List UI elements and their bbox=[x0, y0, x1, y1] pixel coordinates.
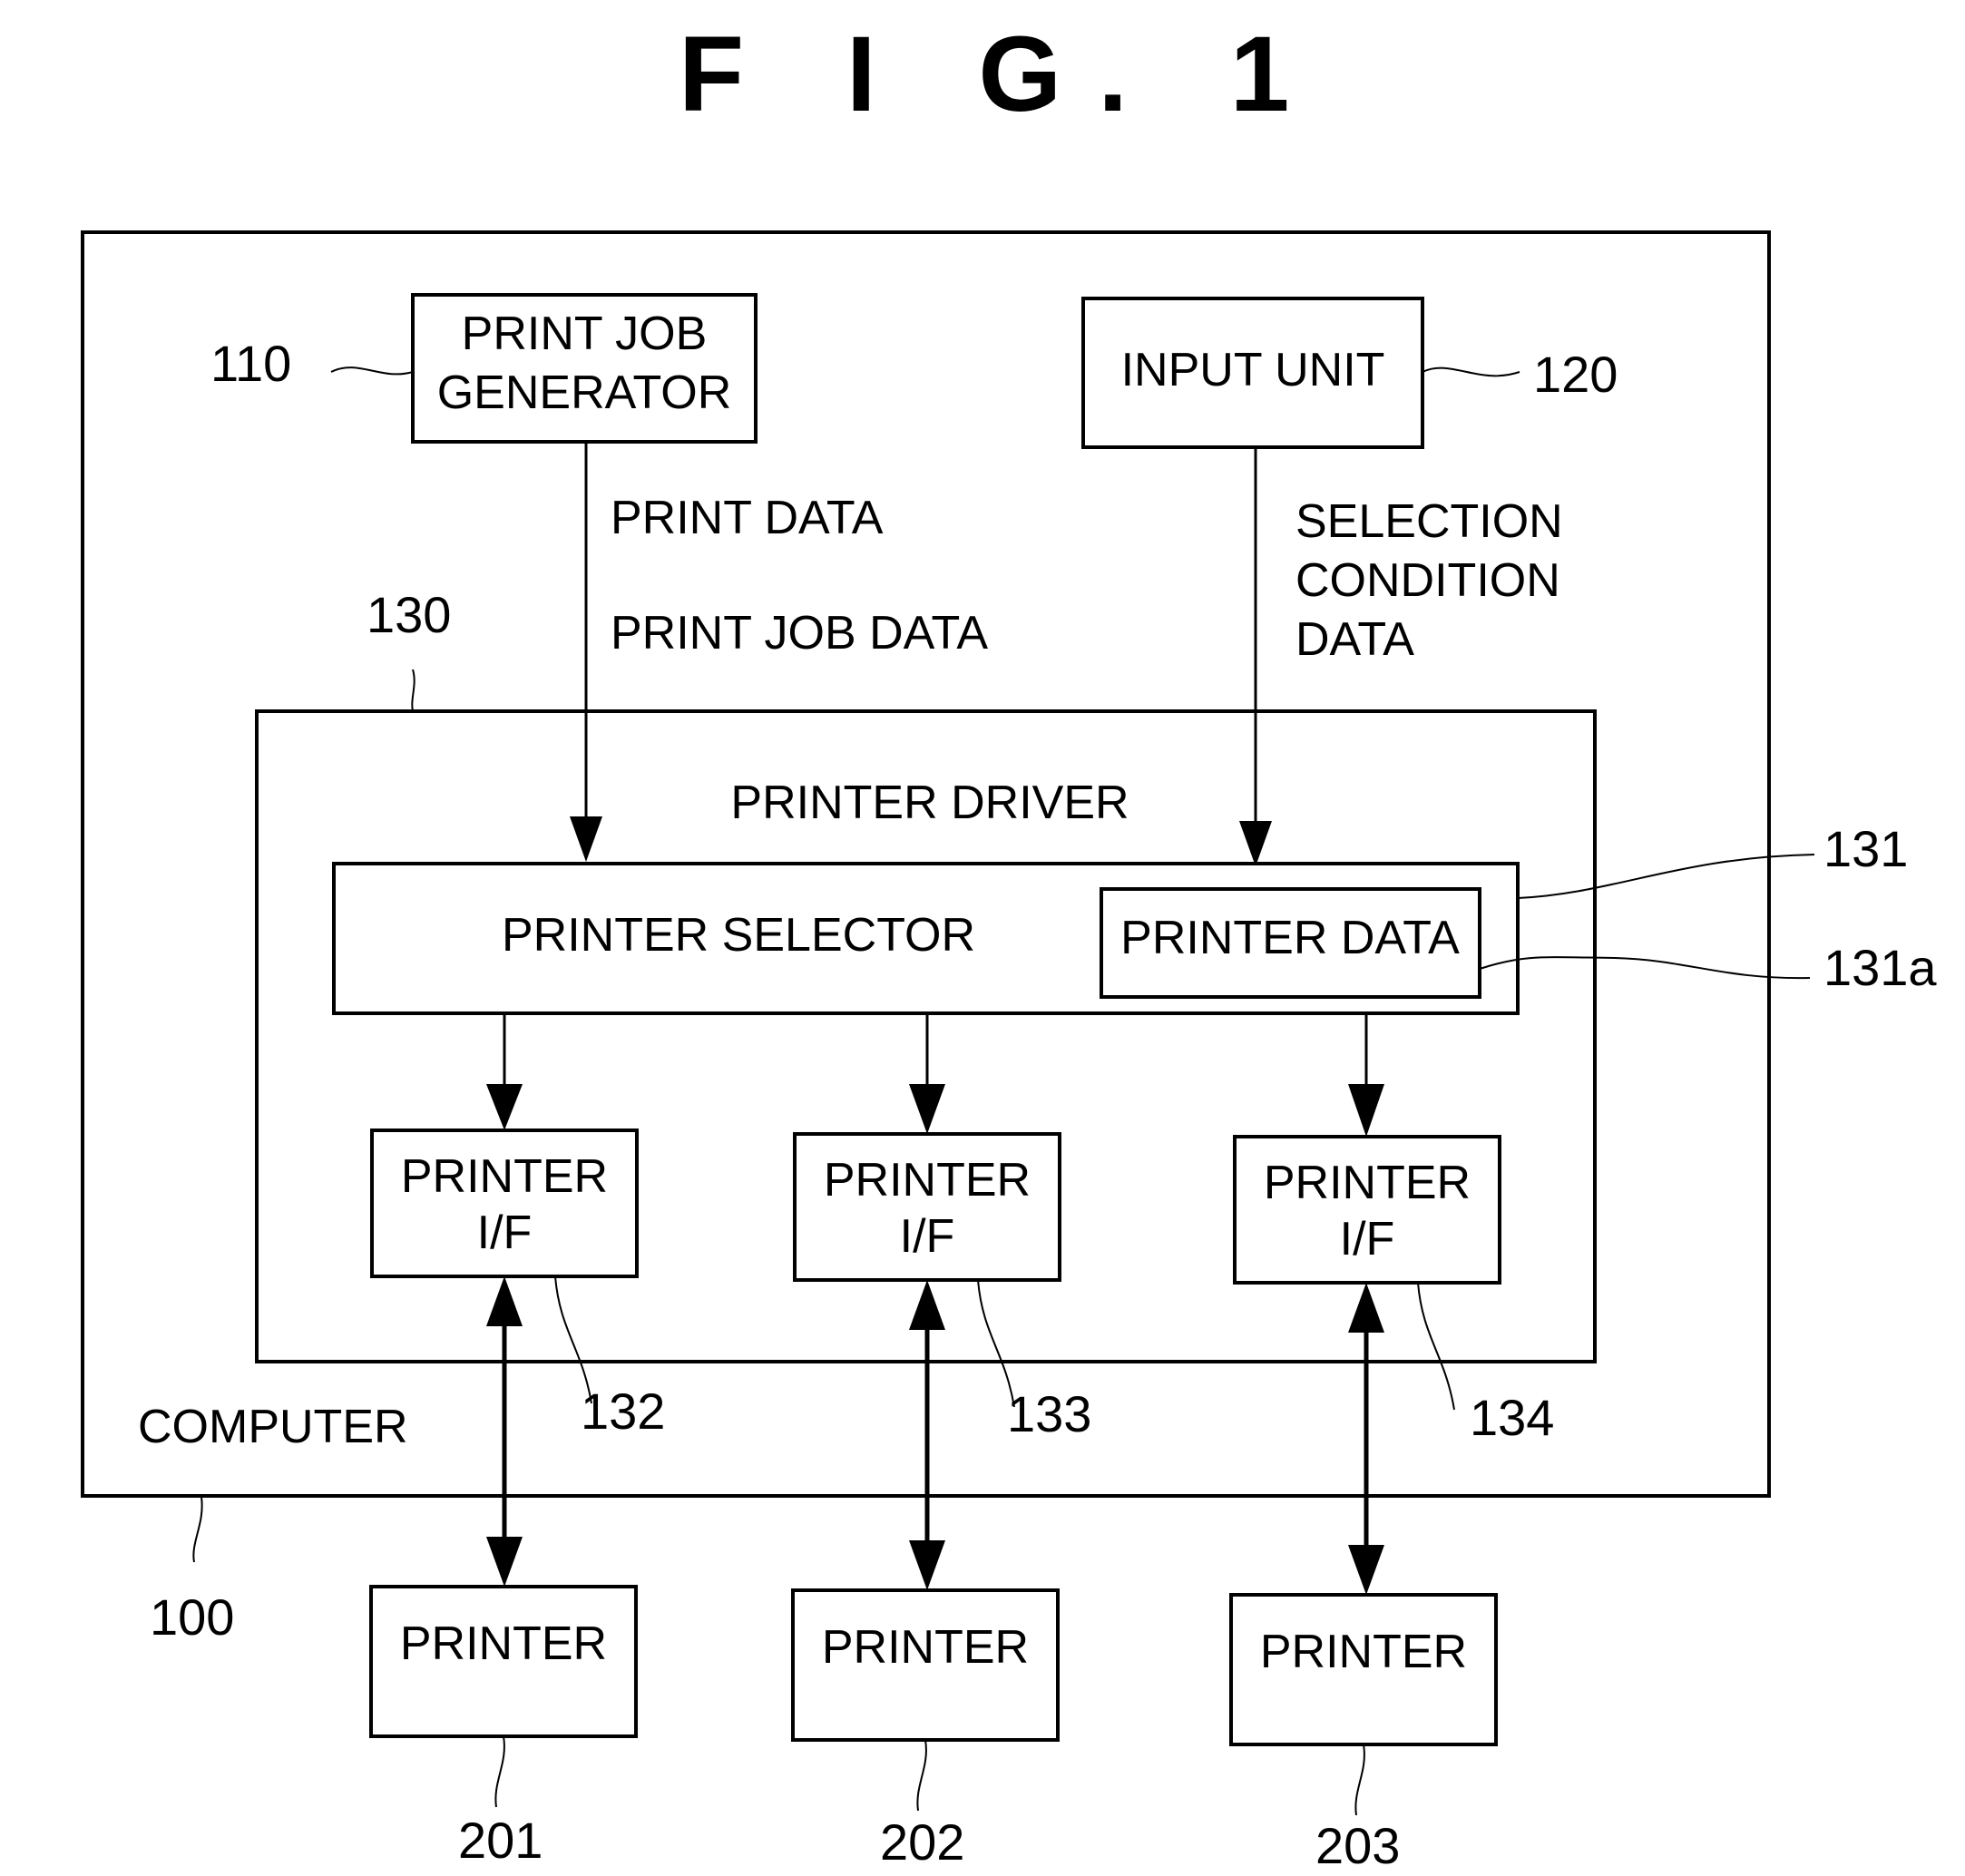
printer-driver-ref: 130 bbox=[367, 586, 451, 643]
print-job-generator-line1: PRINT JOB bbox=[462, 308, 708, 360]
block-diagram: F I G. 1 COMPUTER 100 PRINT JOB GENERATO… bbox=[81, 15, 1937, 1874]
printer-interface-2-ref: 133 bbox=[1007, 1385, 1091, 1442]
print-job-data-label: PRINT JOB DATA bbox=[611, 607, 988, 660]
printer-interface-1-line1: PRINTER bbox=[401, 1150, 608, 1203]
printer-interface-1-ref: 132 bbox=[581, 1383, 665, 1440]
printer-2-label: PRINTER bbox=[822, 1621, 1029, 1674]
printer-interface-2-line1: PRINTER bbox=[824, 1154, 1031, 1207]
printer-2-ref-leader bbox=[916, 1739, 927, 1812]
selection-label-line3: DATA bbox=[1295, 613, 1414, 666]
printer-interface-2-line2: I/F bbox=[900, 1210, 955, 1263]
printer-data-label: PRINTER DATA bbox=[1120, 912, 1460, 964]
printer-3-ref-leader bbox=[1354, 1744, 1365, 1816]
printer-3-down-arrowhead bbox=[1348, 1545, 1384, 1595]
input-unit-label: INPUT UNIT bbox=[1121, 344, 1385, 396]
selection-label-line2: CONDITION bbox=[1295, 554, 1560, 607]
printer-1-ref: 201 bbox=[458, 1812, 543, 1869]
figure-title: F I G. 1 bbox=[679, 15, 1325, 134]
print-data-label: PRINT DATA bbox=[611, 492, 884, 544]
printer-interface-1-line2: I/F bbox=[477, 1207, 533, 1259]
computer-ref: 100 bbox=[150, 1588, 234, 1646]
printer-selector-ref: 131 bbox=[1823, 820, 1908, 877]
printer-data-ref: 131a bbox=[1823, 939, 1937, 996]
printer-2-ref: 202 bbox=[880, 1813, 964, 1871]
computer-ref-leader bbox=[192, 1496, 203, 1563]
printer-3-ref: 203 bbox=[1315, 1817, 1400, 1874]
computer-label: COMPUTER bbox=[138, 1401, 408, 1453]
print-job-generator-ref: 110 bbox=[210, 335, 291, 392]
selection-label-line1: SELECTION bbox=[1295, 495, 1563, 548]
printer-selector-label: PRINTER SELECTOR bbox=[502, 909, 975, 962]
printer-interface-3-ref: 134 bbox=[1470, 1389, 1554, 1446]
input-unit-ref: 120 bbox=[1533, 346, 1618, 403]
printer-driver-label: PRINTER DRIVER bbox=[730, 777, 1129, 829]
printer-1-ref-leader bbox=[494, 1735, 505, 1808]
printer-1-down-arrowhead bbox=[486, 1537, 523, 1587]
printer-1-label: PRINTER bbox=[400, 1617, 607, 1670]
printer-interface-3-line1: PRINTER bbox=[1264, 1157, 1471, 1209]
print-job-generator-line2: GENERATOR bbox=[437, 366, 732, 419]
printer-interface-3-line2: I/F bbox=[1340, 1213, 1395, 1265]
printer-2-down-arrowhead bbox=[909, 1540, 945, 1590]
printer-3-label: PRINTER bbox=[1260, 1626, 1467, 1678]
